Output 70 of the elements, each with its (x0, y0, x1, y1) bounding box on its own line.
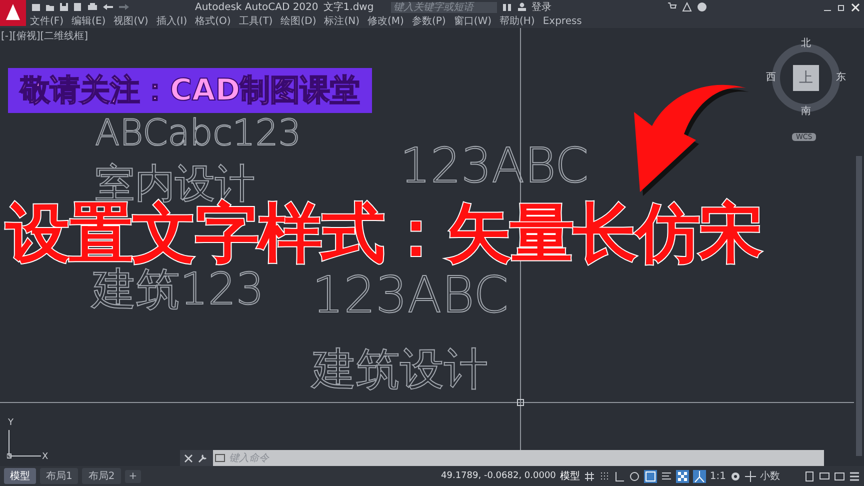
compass-label[interactable]: 东 (836, 70, 846, 84)
menu-item[interactable]: 帮助(H) (500, 14, 535, 28)
sign-in-link[interactable]: 登录 (532, 0, 552, 14)
compass-label[interactable]: 南 (801, 104, 811, 118)
polar-icon[interactable] (628, 470, 640, 482)
menu-item[interactable]: 文件(F) (30, 14, 64, 28)
open-folder-icon[interactable] (45, 2, 55, 12)
restore-icon[interactable] (836, 2, 846, 12)
grid-icon[interactable] (584, 470, 595, 482)
menu-item[interactable]: 参数(P) (412, 14, 446, 28)
binoculars-icon[interactable] (502, 2, 512, 12)
triangle-icon[interactable] (682, 2, 692, 12)
menu-item[interactable]: 视图(V) (114, 14, 148, 28)
plus-icon[interactable] (745, 470, 756, 482)
drawing-text: ABCabc123 (95, 116, 302, 152)
crosshair-cursor-icon (517, 399, 524, 406)
printer-icon[interactable] (87, 2, 98, 12)
menu-item[interactable]: 绘图(D) (280, 14, 316, 28)
scrollbar[interactable] (856, 156, 862, 456)
close-icon[interactable] (850, 2, 860, 12)
menu-item[interactable]: 插入(I) (156, 14, 188, 28)
layout-tab[interactable]: 模型 (4, 468, 36, 484)
file-name: 文字1.dwg (323, 0, 374, 14)
axis-label: Y (8, 418, 14, 428)
monitor-icon[interactable] (819, 470, 830, 482)
annotation-icon[interactable] (692, 470, 706, 482)
command-window-icon[interactable] (213, 450, 227, 466)
menu-item[interactable]: 工具(T) (238, 14, 273, 28)
snap-dots-icon[interactable] (598, 470, 610, 482)
undo-icon[interactable] (102, 2, 114, 12)
layout-tab[interactable]: 布局2 (82, 468, 121, 484)
view-cube-face[interactable]: 上 (793, 65, 819, 91)
save-as-icon[interactable] (73, 2, 83, 12)
gear-icon[interactable] (730, 470, 741, 482)
menu-item[interactable]: 格式(O) (195, 14, 231, 28)
properties-icon[interactable] (804, 470, 815, 482)
promo-banner: 敬请关注：CAD制图课堂 (8, 68, 372, 113)
transparency-icon[interactable] (676, 470, 689, 482)
axis-label: X (42, 452, 48, 462)
lineweight-icon[interactable] (660, 470, 672, 482)
menu-item[interactable]: 标注(N) (324, 14, 360, 28)
model-space-button[interactable]: 模型 (560, 469, 580, 483)
new-file-icon[interactable] (31, 2, 41, 12)
wrench-icon[interactable] (198, 453, 208, 463)
ortho-icon[interactable] (614, 470, 625, 482)
annotation-scale-dropdown[interactable]: 1:1 (710, 470, 726, 482)
command-line-field[interactable]: 键入命令 (227, 450, 824, 466)
layout-tab[interactable]: 布局1 (40, 468, 78, 484)
drawing-text: 建筑123 (92, 268, 264, 312)
compass-label[interactable]: 北 (801, 36, 811, 50)
menu-item[interactable]: 编辑(E) (72, 14, 106, 28)
ucs-axes-icon (7, 430, 43, 460)
viewport-label[interactable]: [-][俯视][二维线框] (1, 29, 88, 43)
drawing-text: 建筑设计 (312, 348, 488, 392)
redo-icon[interactable] (118, 2, 130, 12)
coordinates-readout: 49.1789, -0.0682, 0.0000 (441, 471, 556, 481)
compass-label[interactable]: 西 (766, 70, 776, 84)
save-icon[interactable] (59, 2, 69, 12)
window-title: Autodesk AutoCAD 2020 (195, 2, 318, 12)
menu-item[interactable]: Express (542, 16, 582, 26)
menu-icon[interactable] (849, 470, 860, 482)
units-dropdown[interactable]: 小数 (760, 469, 800, 483)
user-icon[interactable] (516, 2, 527, 12)
add-layout-button[interactable]: + (124, 470, 142, 482)
menu-item[interactable]: 修改(M) (368, 14, 404, 28)
drawing-text: 123ABC (312, 270, 508, 320)
close-icon[interactable] (184, 454, 193, 462)
menu-item[interactable]: 窗口(W) (454, 14, 492, 28)
fullscreen-icon[interactable] (834, 470, 845, 482)
object-snap-icon[interactable] (644, 470, 657, 482)
